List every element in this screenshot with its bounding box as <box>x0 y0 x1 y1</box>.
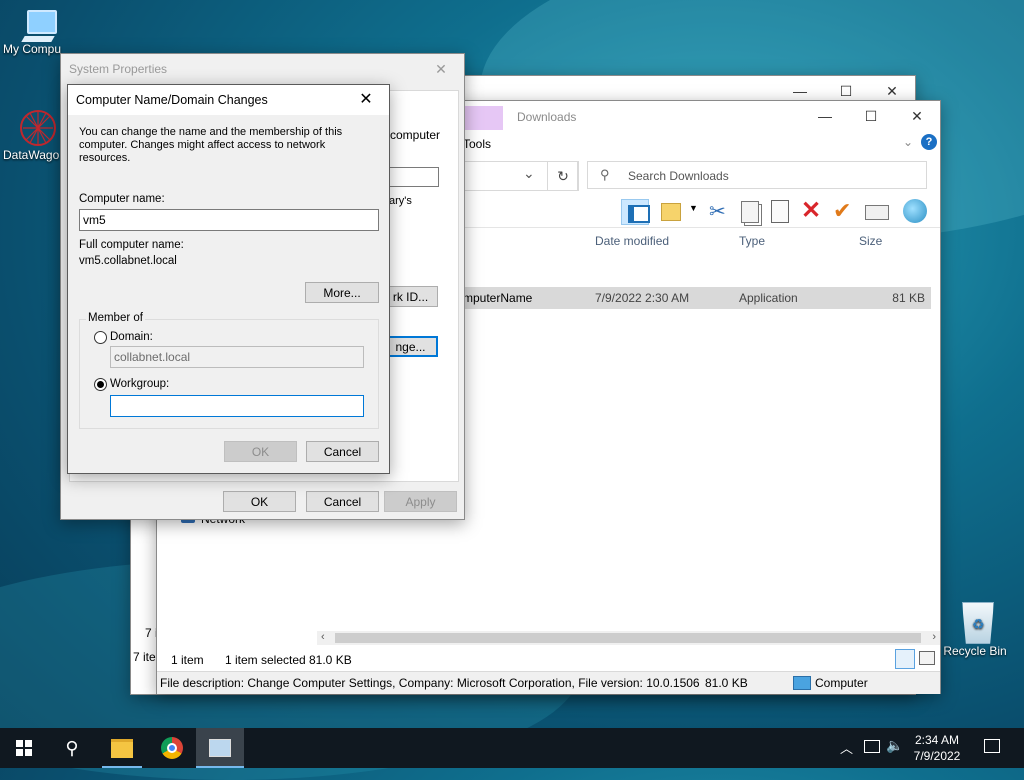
details-bar: File description: Change Computer Settin… <box>157 671 940 694</box>
cancel-button[interactable]: Cancel <box>306 441 379 462</box>
more-button[interactable]: More... <box>305 282 379 303</box>
horizontal-scrollbar[interactable]: ‹ › <box>317 631 940 645</box>
file-type: Application <box>739 291 798 305</box>
scrollbar-thumb[interactable] <box>335 633 921 643</box>
copy-icon[interactable] <box>741 201 759 223</box>
ok-button[interactable]: OK <box>223 491 296 512</box>
status-items: 7 ite <box>133 650 156 664</box>
computer-icon <box>21 8 57 42</box>
windows-logo-icon <box>16 740 32 756</box>
partial-description-field[interactable] <box>383 167 439 187</box>
full-name-value: vm5.collabnet.local <box>79 255 177 267</box>
new-folder-icon[interactable] <box>661 203 681 221</box>
workgroup-radio[interactable] <box>94 378 107 391</box>
help-icon[interactable]: ? <box>921 134 937 150</box>
file-explorer-taskbar-button[interactable] <box>98 728 146 768</box>
domain-input[interactable]: collabnet.local <box>110 346 364 368</box>
paste-icon[interactable] <box>771 200 789 223</box>
scroll-right-icon[interactable]: › <box>932 631 936 643</box>
window-title: Downloads <box>517 110 577 124</box>
status-item-count: 1 item <box>171 653 204 667</box>
workgroup-input[interactable] <box>110 395 364 417</box>
ok-button[interactable]: OK <box>224 441 297 462</box>
domain-radio[interactable] <box>94 331 107 344</box>
status-selected: 1 item selected <box>225 653 306 667</box>
computer-name-dialog[interactable]: Computer Name/Domain Changes ✕ You can c… <box>67 84 390 474</box>
desktop-icon-my-computer[interactable]: My Compu <box>3 8 73 56</box>
start-button[interactable] <box>0 728 48 768</box>
column-header-type[interactable]: Type <box>739 234 765 248</box>
close-button[interactable]: ✕ <box>894 101 940 131</box>
partial-description-text: computer <box>390 128 441 142</box>
volume-icon[interactable]: 🔈 <box>886 737 903 754</box>
recycle-bin-icon: ♻ <box>958 600 994 644</box>
details-location: Computer <box>815 676 868 690</box>
large-icons-view-icon[interactable] <box>919 651 935 665</box>
globe-icon[interactable] <box>903 199 927 223</box>
preview-pane-icon[interactable] <box>621 199 650 225</box>
network-graph-icon <box>18 108 58 148</box>
clock[interactable]: 2:34 AM 7/9/2022 <box>912 732 962 764</box>
network-icon[interactable] <box>864 740 880 753</box>
column-header-size[interactable]: Size <box>859 234 882 248</box>
desktop-icon-label: Recycle Bin <box>943 644 1007 658</box>
chevron-up-icon[interactable]: ︿ <box>840 738 853 757</box>
full-name-label: Full computer name: <box>79 239 184 251</box>
change-button[interactable]: nge... <box>383 336 438 357</box>
file-size: 81 KB <box>892 291 925 305</box>
chevron-down-icon[interactable]: ⌄ <box>523 165 535 182</box>
time: 2:34 AM <box>914 733 960 747</box>
member-of-label: Member of <box>86 312 145 324</box>
notification-icon[interactable] <box>984 739 1000 753</box>
properties-check-icon[interactable]: ✔ <box>833 197 851 225</box>
date: 7/9/2022 <box>913 749 961 763</box>
computer-name-label: Computer name: <box>79 193 165 205</box>
cut-icon[interactable]: ✂ <box>709 199 726 224</box>
dropdown-arrow-icon[interactable]: ▼ <box>689 203 698 213</box>
chrome-taskbar-button[interactable] <box>148 728 196 768</box>
partial-text: ary's <box>389 195 412 207</box>
domain-label: Domain: <box>110 331 153 343</box>
table-row[interactable]: mputerName 7/9/2022 2:30 AM Application … <box>447 287 931 309</box>
search-icon[interactable]: ⚲ <box>48 728 96 768</box>
workgroup-label: Workgroup: <box>110 378 170 390</box>
rename-icon[interactable] <box>865 205 889 220</box>
details-view-icon[interactable] <box>895 649 915 669</box>
scroll-left-icon[interactable]: ‹ <box>321 631 325 643</box>
close-button[interactable]: ✕ <box>418 54 464 84</box>
computer-settings-icon <box>209 739 231 757</box>
column-divider <box>447 227 940 228</box>
computer-icon <box>793 676 811 690</box>
search-icon: ⚲ <box>600 167 610 182</box>
system-properties-taskbar-button[interactable] <box>196 728 244 768</box>
cancel-button[interactable]: Cancel <box>306 491 379 512</box>
delete-icon[interactable]: ✕ <box>801 197 821 225</box>
dialog-description: You can change the name and the membersh… <box>79 126 343 164</box>
file-date: 7/9/2022 2:30 AM <box>595 291 690 305</box>
file-name: mputerName <box>463 291 533 305</box>
computer-name-input[interactable]: vm5 <box>79 209 379 231</box>
refresh-button[interactable]: ↻ <box>547 161 579 191</box>
close-button[interactable]: ✕ <box>343 85 389 115</box>
minimize-button[interactable]: — <box>802 101 848 131</box>
folder-icon <box>111 738 133 758</box>
search-box[interactable]: ⚲ Search Downloads <box>587 161 927 189</box>
chrome-icon <box>161 737 183 759</box>
column-header-date-modified[interactable]: Date modified <box>595 234 669 248</box>
toolbar: ▼ ✂ ✕ ✔ <box>619 197 939 227</box>
file-description: File description: Change Computer Settin… <box>160 676 700 690</box>
network-id-button[interactable]: rk ID... <box>383 286 438 307</box>
search-placeholder: Search Downloads <box>628 169 729 183</box>
window-title: System Properties <box>69 62 168 76</box>
dialog-title: Computer Name/Domain Changes <box>76 93 268 107</box>
details-size: 81.0 KB <box>705 676 748 690</box>
taskbar: ⚲ ︿ 🔈 2:34 AM 7/9/2022 <box>0 728 1024 768</box>
maximize-button[interactable]: ☐ <box>848 101 894 131</box>
chevron-down-icon[interactable]: ⌄ <box>903 135 913 149</box>
apply-button[interactable]: Apply <box>384 491 457 512</box>
ribbon-tab-tools[interactable]: Tools <box>463 137 491 151</box>
radio-selected-dot <box>97 381 104 388</box>
status-size: 81.0 KB <box>309 653 352 667</box>
desktop-icon-recycle-bin[interactable]: ♻ Recycle Bin <box>940 600 1010 658</box>
